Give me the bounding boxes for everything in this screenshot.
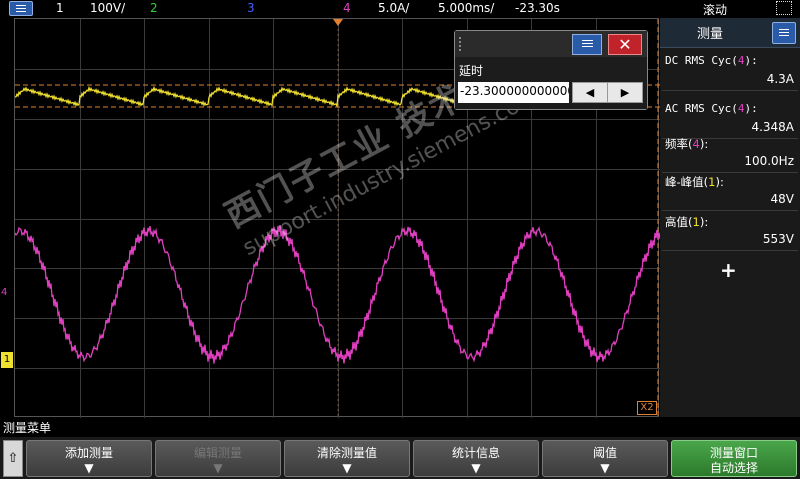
softkey-label: 添加测量 [64, 446, 113, 460]
softkey-value: 自动选择 [709, 461, 758, 475]
selection-icon[interactable] [776, 1, 792, 15]
drag-handle-icon[interactable] [459, 37, 465, 51]
delay-input[interactable]: -23.300000000000 [458, 82, 569, 103]
decrement-button[interactable]: ◀ [572, 82, 608, 103]
measurement-divider [662, 172, 798, 173]
measurement-name: 高值( [665, 215, 693, 229]
ch1-number[interactable]: 1 [56, 1, 64, 15]
chevron-down-icon: ▼ [213, 461, 223, 475]
measurement-suffix: ): [715, 175, 724, 189]
softkey-label: 清除测量值 [316, 446, 377, 460]
close-icon[interactable]: ✕ [608, 34, 642, 55]
panel-header: 测量 [660, 18, 800, 48]
measurement-name: 峰-峰值( [665, 175, 709, 189]
measurement-divider [662, 90, 798, 91]
softkey-label: 阈值 [592, 446, 617, 460]
measurement-label: AC RMS Cyc(4): [665, 102, 758, 115]
measurement-label: 高值(1): [665, 214, 708, 230]
softkey-label: 编辑测量 [193, 446, 242, 460]
measurement-value: 100.0Hz [744, 154, 794, 168]
measurement-name: AC RMS Cyc( [665, 102, 738, 115]
status-bar: 1 100V/ 2 3 4 5.0A/ 5.000ms/ -23.30s 滚动 [0, 0, 800, 18]
statistics-button[interactable]: 统计信息 ▼ [413, 440, 539, 477]
measurement-name: DC RMS Cyc( [665, 54, 738, 67]
ch4-number[interactable]: 4 [343, 1, 351, 15]
measurement-channel: 1 [692, 215, 700, 229]
measurement-value: 4.3A [766, 72, 794, 86]
edit-measurement-button[interactable]: 编辑测量 ▼ [155, 440, 281, 477]
measurement-value: 4.348A [751, 120, 794, 134]
chevron-down-icon: ▼ [84, 461, 94, 475]
thresholds-button[interactable]: 阈值 ▼ [542, 440, 668, 477]
chevron-down-icon: ▼ [471, 461, 481, 475]
ch1-scale[interactable]: 100V/ [90, 1, 125, 15]
ch2-number[interactable]: 2 [150, 1, 158, 15]
acquisition-mode[interactable]: 滚动 [703, 1, 727, 18]
panel-title: 测量 [696, 27, 723, 42]
measurement-suffix: ): [744, 102, 758, 115]
measurement-channel: 4 [692, 137, 700, 151]
measurement-name: 频率( [665, 137, 693, 151]
measurement-suffix: ): [699, 137, 709, 151]
dialog-titlebar[interactable]: ✕ [455, 31, 647, 57]
increment-button[interactable]: ▶ [607, 82, 643, 103]
clear-measurements-button[interactable]: 清除测量值 ▼ [284, 440, 410, 477]
menu-title: 测量菜单 [3, 421, 52, 435]
ch4-scale[interactable]: 5.0A/ [378, 1, 409, 15]
delay-label: 延时 [459, 64, 484, 78]
chevron-down-icon: ▼ [342, 461, 352, 475]
measurement-value: 553V [762, 232, 794, 246]
measurement-label: 频率(4): [665, 136, 708, 152]
panel-menu-button[interactable] [772, 22, 796, 44]
measurement-window-button[interactable]: 测量窗口 自动选择 [671, 440, 797, 477]
measurement-suffix: ): [699, 215, 709, 229]
softkey-label: 测量窗口 [709, 446, 758, 460]
measurement-suffix: ): [744, 54, 758, 67]
timebase-readout[interactable]: 5.000ms/ [438, 1, 494, 15]
dialog-body: 延时 -23.300000000000 ◀ ▶ [455, 57, 647, 109]
softkey-label: 统计信息 [451, 446, 500, 460]
measurement-divider [662, 210, 798, 211]
measurement-panel: 测量 DC RMS Cyc(4): 4.3A AC RMS Cyc(4): 4.348… [660, 18, 800, 417]
ch3-number[interactable]: 3 [247, 1, 255, 15]
measurement-label: 峰-峰值(1): [665, 174, 724, 190]
softkey-bar: ⇧ 添加测量 ▼ 编辑测量 ▼ 清除测量值 ▼ 统计信息 ▼ 阈值 ▼ 测量窗口… [0, 437, 800, 479]
chevron-down-icon: ▼ [600, 461, 610, 475]
main-menu-button[interactable] [9, 1, 33, 16]
cursor-x2-label[interactable]: X2 [637, 401, 657, 415]
measurement-divider [662, 250, 798, 251]
delay-readout[interactable]: -23.30s [515, 1, 560, 15]
add-measurement-button[interactable]: 添加测量 ▼ [26, 440, 152, 477]
measurement-label: DC RMS Cyc(4): [665, 54, 758, 67]
back-button[interactable]: ⇧ [3, 440, 23, 477]
dialog-menu-button[interactable] [572, 34, 602, 55]
delay-dialog[interactable]: ✕ 延时 -23.300000000000 ◀ ▶ [454, 30, 648, 110]
ch1-ground-marker[interactable]: 1 [1, 352, 13, 368]
trigger-position-marker[interactable] [333, 19, 343, 26]
ch4-ground-marker[interactable]: 4 [1, 287, 7, 298]
add-measurement-icon[interactable]: + [720, 258, 737, 282]
measurement-value: 48V [770, 192, 794, 206]
